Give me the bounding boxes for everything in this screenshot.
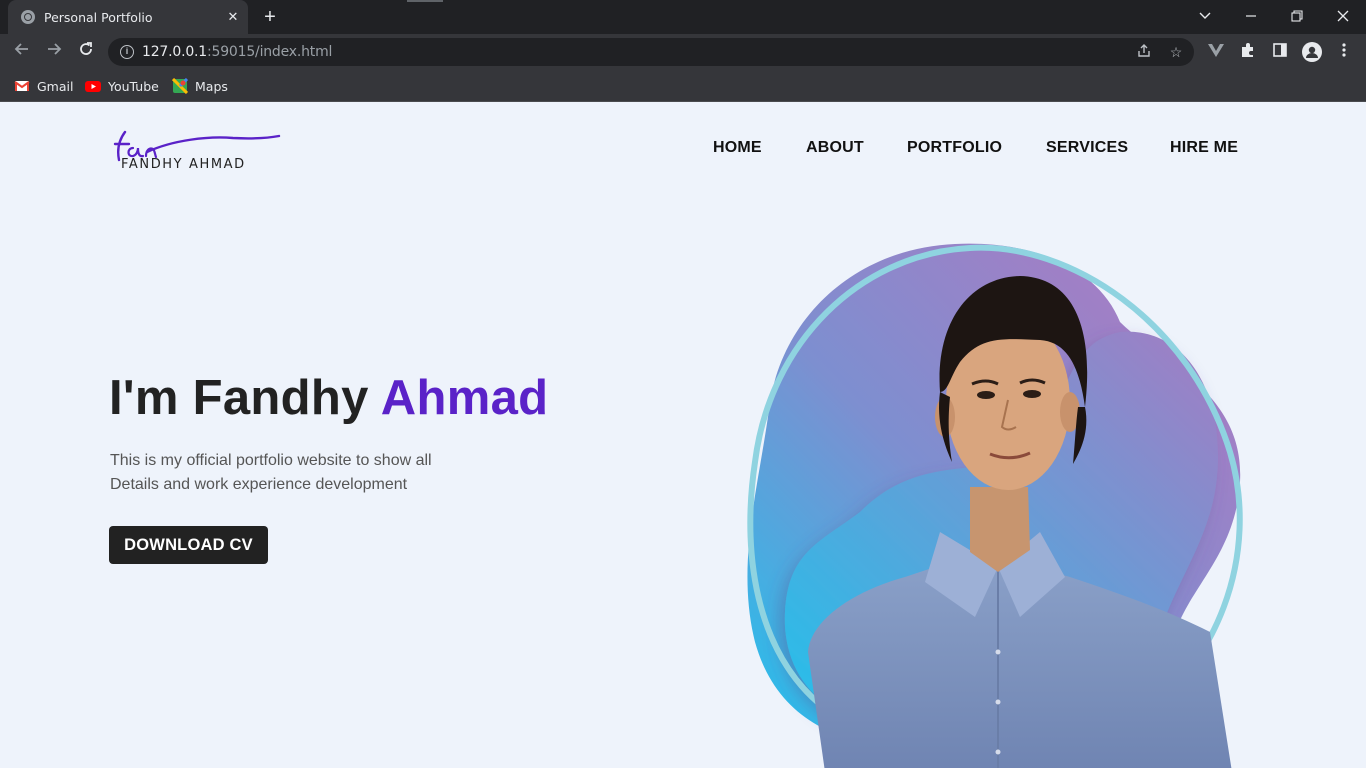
bookmark-label: Gmail (37, 78, 74, 94)
close-tab-icon[interactable]: ✕ (224, 8, 242, 26)
vuejs-extension-icon[interactable] (1206, 42, 1226, 62)
gmail-icon (14, 78, 30, 94)
url-text: 127.0.0.1:59015/index.html (142, 44, 333, 60)
tab-title: Personal Portfolio (44, 10, 153, 25)
share-icon[interactable] (1135, 43, 1153, 61)
hero-description: This is my official portfolio website to… (110, 449, 470, 497)
forward-button[interactable] (43, 41, 65, 63)
reload-button[interactable] (75, 41, 97, 63)
globe-icon (21, 10, 35, 24)
site-info-icon[interactable]: i (120, 45, 134, 59)
bookmark-maps[interactable]: Maps (171, 76, 228, 96)
nav-services[interactable]: SERVICES (1046, 139, 1128, 157)
browser-menu-icon[interactable] (1334, 42, 1354, 62)
logo-name: FANDHY AHMAD (121, 157, 246, 172)
bookmarks-bar: Gmail YouTube Maps (0, 70, 1366, 102)
extensions-puzzle-icon[interactable] (1238, 42, 1258, 62)
hero-portrait-illustration (747, 243, 1243, 768)
tab-strip: Personal Portfolio ✕ + (0, 0, 1366, 34)
nav-home[interactable]: HOME (713, 139, 762, 157)
profile-avatar-icon[interactable] (1302, 42, 1322, 62)
bookmark-gmail[interactable]: Gmail (14, 76, 73, 96)
bookmark-label: YouTube (108, 78, 159, 94)
hero-title-prefix: I'm Fandhy (109, 371, 381, 425)
browser-toolbar: i 127.0.0.1:59015/index.html ☆ (0, 34, 1366, 70)
hero-description-line-2: Details and work experience development (110, 476, 408, 493)
restore-button[interactable] (1286, 6, 1308, 28)
bookmark-label: Maps (195, 78, 228, 94)
new-tab-button[interactable]: + (259, 6, 281, 28)
address-bar[interactable]: i 127.0.0.1:59015/index.html ☆ (108, 38, 1194, 66)
nav-portfolio[interactable]: PORTFOLIO (907, 139, 1002, 157)
hero-description-line-1: This is my official portfolio website to… (110, 452, 432, 469)
download-cv-button[interactable]: DOWNLOAD CV (109, 526, 268, 564)
hero-title-accent: Ahmad (380, 371, 549, 425)
hero-title: I'm Fandhy Ahmad (109, 370, 548, 426)
nav-hire-me[interactable]: HIRE ME (1170, 139, 1238, 157)
nav-about[interactable]: ABOUT (806, 139, 864, 157)
side-panel-icon[interactable] (1270, 42, 1290, 62)
close-window-button[interactable] (1332, 6, 1354, 28)
bookmark-youtube[interactable]: YouTube (85, 76, 159, 96)
tab-active[interactable]: Personal Portfolio ✕ (8, 0, 248, 34)
tab-list-chevron-icon[interactable] (1194, 6, 1216, 28)
minimize-button[interactable] (1240, 6, 1262, 28)
youtube-icon (85, 78, 101, 94)
bookmark-star-icon[interactable]: ☆ (1167, 43, 1185, 61)
maps-icon (171, 77, 189, 95)
tab-search-indicator (407, 0, 443, 2)
portfolio-page: FANDHY AHMAD HOME ABOUT PORTFOLIO SERVIC… (0, 102, 1366, 768)
back-button[interactable] (11, 41, 33, 63)
